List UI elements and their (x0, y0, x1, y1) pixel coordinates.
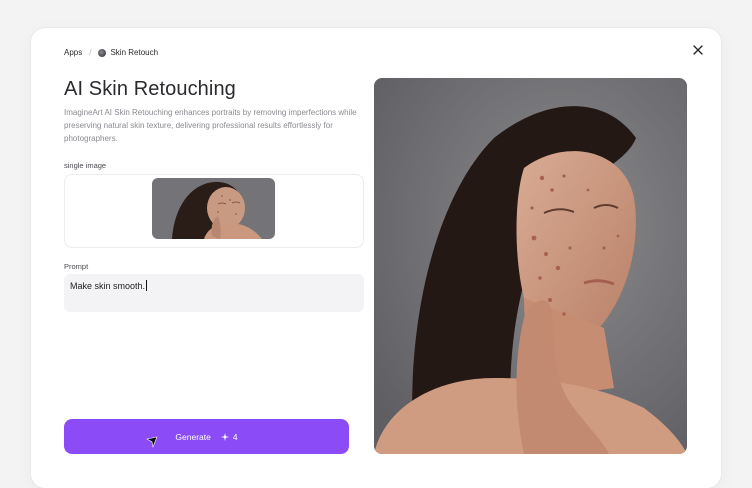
page-description: ImagineArt AI Skin Retouching enhances p… (64, 108, 357, 143)
breadcrumb: Apps / Skin Retouch (64, 48, 158, 57)
breadcrumb-apps-link[interactable]: Apps (64, 48, 82, 57)
generate-button[interactable]: Generate 4 (64, 419, 349, 454)
app-modal: Apps / Skin Retouch AI Skin Retouching I… (31, 28, 721, 488)
breadcrumb-separator: / (89, 48, 92, 57)
image-dropzone[interactable] (64, 174, 364, 248)
result-preview-image (374, 78, 687, 454)
close-icon (693, 45, 703, 55)
portrait-thumbnail-image (152, 178, 275, 239)
credit-cost: 4 (220, 431, 238, 442)
credit-count: 4 (232, 431, 238, 442)
portrait-preview-image (374, 78, 687, 454)
prompt-label: Prompt (64, 262, 89, 271)
text-caret (146, 280, 148, 291)
prompt-text: Make skin smooth. (70, 281, 146, 291)
close-button[interactable] (689, 41, 707, 59)
sparkle-icon (220, 432, 229, 441)
page-title: AI Skin Retouching (64, 78, 236, 100)
pointer-cursor-icon (146, 436, 158, 448)
prompt-textarea[interactable]: Make skin smooth. (64, 274, 364, 312)
app-logo-icon (98, 48, 107, 57)
uploaded-image-thumbnail[interactable] (152, 178, 275, 239)
breadcrumb-current: Skin Retouch (98, 48, 158, 57)
generate-label: Generate (175, 431, 211, 442)
breadcrumb-current-label: Skin Retouch (110, 48, 159, 57)
upload-label: single image (64, 161, 107, 170)
